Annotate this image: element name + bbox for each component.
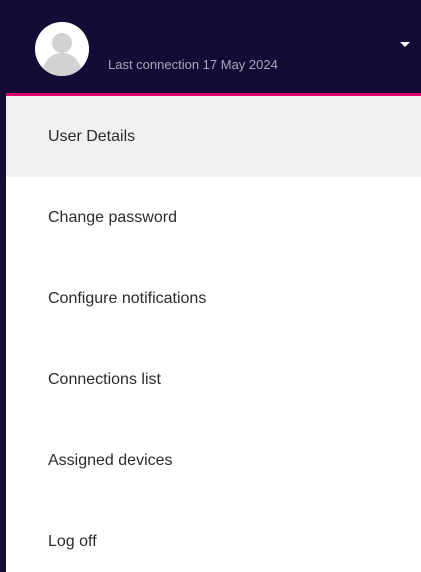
user-header[interactable]: Last connection 17 May 2024 [6,0,421,93]
menu-item-user-details[interactable]: User Details [6,96,421,177]
menu-item-label: Log off [48,532,97,550]
menu-item-assigned-devices[interactable]: Assigned devices [6,420,421,501]
caret-down-icon[interactable] [400,42,410,47]
menu-item-label: User Details [48,127,136,145]
user-menu-list: User Details Change password Configure n… [6,96,421,572]
menu-item-label: Configure notifications [48,289,207,307]
menu-item-configure-notifications[interactable]: Configure notifications [6,258,421,339]
last-connection-text: Last connection 17 May 2024 [108,57,278,72]
user-avatar-icon [35,22,89,76]
menu-item-label: Assigned devices [48,451,173,469]
menu-item-connections-list[interactable]: Connections list [6,339,421,420]
menu-item-log-off[interactable]: Log off [6,501,421,572]
menu-item-change-password[interactable]: Change password [6,177,421,258]
menu-item-label: Change password [48,208,177,226]
user-menu-panel: Last connection 17 May 2024 User Details… [0,0,421,572]
menu-item-label: Connections list [48,370,161,388]
